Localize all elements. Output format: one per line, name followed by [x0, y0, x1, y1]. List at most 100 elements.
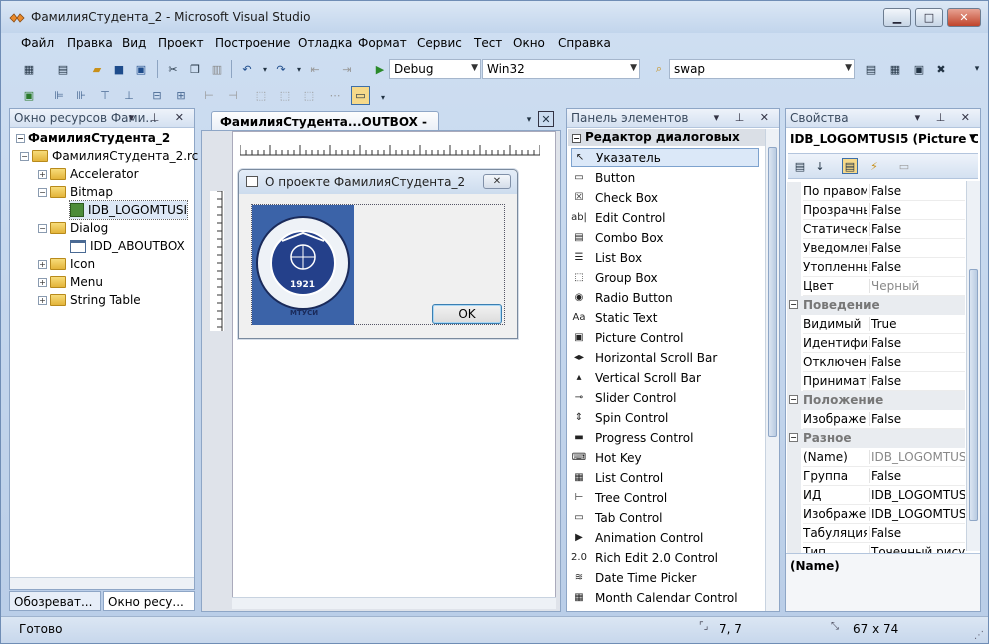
panel-buttons[interactable]: ▾ ⊥ ✕	[915, 111, 976, 124]
toolbox-item[interactable]: ≋ Date Time Picker	[571, 568, 697, 587]
tree-item-bitmap[interactable]: − Bitmap	[38, 183, 113, 201]
minimize-button[interactable]: ▁	[883, 8, 911, 27]
align-left-icon[interactable]: ⊫	[51, 87, 67, 103]
scrollbar-thumb[interactable]	[768, 147, 777, 437]
menu-help[interactable]: Справка	[558, 36, 611, 50]
property-row[interactable]: Принимать False	[787, 372, 965, 391]
collapse-icon[interactable]: −	[38, 187, 47, 197]
align-right-icon[interactable]: ⊪	[73, 87, 89, 103]
property-value[interactable]: False	[869, 203, 965, 217]
toolbox-item[interactable]: ⊸ Slider Control	[571, 388, 677, 407]
menu-debug[interactable]: Отладка	[298, 36, 352, 50]
expand-icon[interactable]: +	[38, 277, 47, 287]
property-row[interactable]: (Name) IDB_LOGOMTUSI5	[787, 448, 965, 467]
menu-project[interactable]: Проект	[158, 36, 204, 50]
tree-item-project[interactable]: − ФамилияСтудента_2	[16, 129, 170, 147]
tree-item-string-table[interactable]: + String Table	[38, 291, 141, 309]
property-value[interactable]: False	[869, 222, 965, 236]
toolbox-item[interactable]: ☒ Check Box	[571, 188, 659, 207]
tab-resource-view[interactable]: Окно ресу...	[103, 591, 195, 611]
menu-edit[interactable]: Правка	[67, 36, 113, 50]
save-all-icon[interactable]: ▣	[133, 61, 149, 77]
tree-item-accelerator[interactable]: + Accelerator	[38, 165, 139, 183]
horizontal-guide-ruler[interactable]	[239, 143, 541, 157]
test-dialog-icon[interactable]: ▣	[21, 87, 37, 103]
property-category[interactable]: − Поведение	[787, 296, 965, 315]
make-same-width-icon[interactable]: ⬚	[253, 87, 269, 103]
property-row[interactable]: Табуляция False	[787, 524, 965, 543]
space-across-icon[interactable]: ⊢	[201, 87, 217, 103]
find-input[interactable]: swap ▼	[669, 59, 855, 79]
object-browser-icon[interactable]: ▣	[911, 61, 927, 77]
collapse-icon[interactable]: −	[572, 134, 581, 143]
tab-dropdown-icon[interactable]: ▾	[521, 112, 537, 128]
new-project-icon[interactable]: ▦	[21, 61, 37, 77]
toolbar-overflow-icon[interactable]: ▾	[375, 89, 391, 105]
collapse-icon[interactable]: −	[38, 223, 47, 233]
align-top-icon[interactable]: ⊤	[97, 87, 113, 103]
menu-window[interactable]: Окно	[513, 36, 545, 50]
property-row[interactable]: Видимый True	[787, 315, 965, 334]
toggle-guides-icon[interactable]: ▭	[351, 86, 370, 105]
center-vertical-icon[interactable]: ⊟	[149, 87, 165, 103]
toolbox-item[interactable]: ▶ Animation Control	[571, 528, 703, 547]
horizontal-scrollbar[interactable]	[10, 577, 194, 589]
copy-icon[interactable]: ❐	[187, 61, 203, 77]
property-value[interactable]: False	[869, 469, 965, 483]
redo-dropdown-icon[interactable]: ▾	[291, 61, 307, 77]
properties-icon[interactable]: ▤	[842, 158, 858, 174]
tree-item-menu[interactable]: + Menu	[38, 273, 103, 291]
property-row[interactable]: УведомлениеFalse	[787, 239, 965, 258]
toolbox-item[interactable]: ▤ Combo Box	[571, 228, 663, 247]
toolbox-item[interactable]: ↖ Указатель	[571, 148, 759, 167]
property-value[interactable]: False	[869, 260, 965, 274]
menu-view[interactable]: Вид	[122, 36, 146, 50]
categorized-icon[interactable]: ▤	[792, 158, 808, 174]
collapse-icon[interactable]: −	[20, 151, 29, 161]
ok-button[interactable]: OK	[432, 304, 502, 324]
center-horizontal-icon[interactable]: ⊞	[173, 87, 189, 103]
object-selector[interactable]: IDB_LOGOMTUSI5 (Picture Con ▼	[788, 130, 978, 150]
tab-dialog-editor[interactable]: ФамилияСтудента...OUTBOX - Dialog*	[211, 111, 439, 143]
property-value[interactable]: True	[869, 317, 965, 331]
scrollbar-thumb[interactable]	[969, 269, 978, 521]
property-row[interactable]: По правомуFalse	[787, 182, 965, 201]
toolbox-item[interactable]: ▣ Picture Control	[571, 328, 683, 347]
property-value[interactable]: IDB_LOGOMTUSI	[869, 507, 965, 521]
properties-window-icon[interactable]: ▦	[887, 61, 903, 77]
solution-platform-select[interactable]: Win32 ▼	[482, 59, 640, 79]
maximize-button[interactable]: □	[915, 8, 943, 27]
solution-explorer-icon[interactable]: ▤	[863, 61, 879, 77]
dialog-close-button[interactable]: ✕	[483, 174, 511, 189]
property-pages-icon[interactable]: ▭	[896, 158, 912, 174]
toolbox-item[interactable]: ▭ Tab Control	[571, 508, 662, 527]
toolbox-item[interactable]: ⌨ Hot Key	[571, 448, 642, 467]
menu-file[interactable]: Файл	[21, 36, 54, 50]
cut-icon[interactable]: ✂	[165, 61, 181, 77]
property-value[interactable]: False	[869, 336, 965, 350]
tab-solution-explorer[interactable]: Обозреват...	[9, 591, 101, 611]
property-row[interactable]: ИдентификаторFalse	[787, 334, 965, 353]
alphabetical-icon[interactable]: ↓	[812, 158, 828, 174]
toolbox-item[interactable]: ab| Edit Control	[571, 208, 665, 227]
collapse-icon[interactable]: −	[789, 395, 798, 404]
menu-format[interactable]: Формат	[358, 36, 407, 50]
menu-build[interactable]: Построение	[215, 36, 290, 50]
menu-test[interactable]: Тест	[474, 36, 502, 50]
toolbox-item[interactable]: ⊢ Tree Control	[571, 488, 668, 507]
property-row[interactable]: ИзображениеIDB_LOGOMTUSI	[787, 505, 965, 524]
property-value[interactable]: False	[869, 374, 965, 388]
tree-item-icon[interactable]: + Icon	[38, 255, 95, 273]
property-value[interactable]: False	[869, 412, 965, 426]
property-row[interactable]: СтатическийFalse	[787, 220, 965, 239]
tree-item-idd-aboutbox[interactable]: IDD_ABOUTBOX	[70, 237, 185, 255]
expand-icon[interactable]: +	[38, 169, 47, 179]
menu-tools[interactable]: Сервис	[417, 36, 462, 50]
start-debugging-icon[interactable]: ▶	[372, 61, 388, 77]
resize-grip-icon[interactable]: ⋰	[974, 630, 984, 641]
toolbox-item[interactable]: ☰ List Box	[571, 248, 643, 267]
property-row[interactable]: Цвет Черный	[787, 277, 965, 296]
save-icon[interactable]: ■	[111, 61, 127, 77]
toolbox-item[interactable]: Aa Static Text	[571, 308, 658, 327]
navigate-back-icon[interactable]: ⇤	[307, 61, 323, 77]
